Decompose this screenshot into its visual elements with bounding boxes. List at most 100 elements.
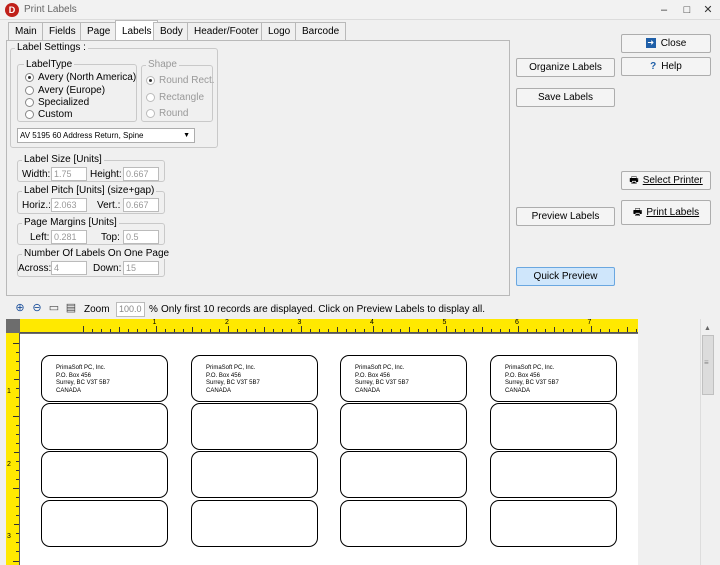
zoom-out-icon[interactable]: ⊖ [30,301,44,315]
ruler-number: 1 [7,388,11,395]
radio-round-rect[interactable] [146,76,155,85]
label-text-line: Surrey, BC V3T 5B7 [355,380,409,386]
zoom-percent: % [149,304,158,315]
zoom-field[interactable]: 100.0 [116,302,145,317]
label-text-line: PrimaSoft PC, Inc. [505,365,555,371]
ruler-tick [590,326,592,332]
ruler-tick [16,542,19,544]
tab-body[interactable]: Body [153,22,190,40]
ruler-tick [16,497,19,499]
preview-labels-button[interactable]: Preview Labels [516,207,615,226]
ruler-tick [16,442,19,444]
zoom-label: Zoom [84,304,110,315]
close-button-label: Close [660,38,687,49]
height-label: Height: [90,169,122,180]
help-button[interactable]: ? Help [621,57,711,76]
down-label: Down: [93,263,122,274]
ruler-tick [14,451,19,453]
label-text-line: CANADA [505,387,531,394]
ruler-tick [427,329,429,332]
tab-barcode[interactable]: Barcode [295,22,347,40]
maximize-icon[interactable]: □ [679,2,695,18]
ruler-number: 2 [225,319,229,326]
organize-labels-button[interactable]: Organize Labels [516,58,615,77]
ruler-tick [363,329,365,332]
ruler-tick [16,406,19,408]
ruler-tick [228,326,229,332]
ruler-tick [16,478,19,480]
radio-custom[interactable] [25,110,34,119]
label-cell: PrimaSoft PC, Inc. P.O. Box 456 Surrey, BC… [490,355,617,402]
preview-page: PrimaSoft PC, Inc. P.O. Box 456 Surrey, BC… [20,334,638,565]
shape-title: Shape [146,59,179,70]
ruler-tick [209,329,211,332]
radio-rectangle[interactable] [146,93,155,102]
ruler-tick [191,327,193,332]
ruler-tick [13,488,19,489]
radio-label-round-rect: Round Rect. [159,75,215,86]
printer-icon: 🖶 [629,175,639,186]
ruler-tick [16,370,19,372]
radio-specialized[interactable] [25,98,34,107]
radio-round[interactable] [146,109,155,118]
ruler-tick [418,329,420,332]
ruler-tick [309,329,311,332]
minimize-icon[interactable]: – [656,2,672,18]
radio-label-rectangle: Rectangle [159,92,205,103]
page-icon[interactable]: ▤ [64,301,78,315]
ruler-tick [119,327,121,332]
print-labels-button[interactable]: 🖶 Print Labels [621,200,711,225]
save-labels-button[interactable]: Save Labels [516,88,615,107]
ruler-tick [400,329,402,332]
records-note: Only first 10 records are displayed. Cli… [161,304,486,315]
preview-area[interactable]: PrimaSoft PC, Inc. P.O. Box 456 Surrey, BC… [6,319,638,565]
ruler-number: 7 [587,319,592,326]
ruler-tick [16,515,19,517]
select-printer-button[interactable]: 🖶 Select Printer [621,171,711,190]
vert-field[interactable]: 0.667 [123,198,159,212]
close-window-icon[interactable]: ✕ [700,2,716,18]
scroll-up-icon[interactable]: ▲ [704,325,711,332]
ruler-tick [14,379,19,381]
ruler-tick [92,329,94,332]
template-select[interactable]: AV 5195 60 Address Return, Spine ▼ [17,128,195,143]
left-margin-field[interactable]: 0.281 [51,230,87,244]
across-field[interactable]: 4 [51,261,87,275]
width-field[interactable]: 1.75 [51,167,87,181]
ruler-tick [382,329,384,332]
ruler-number: 2 [7,460,11,468]
ruler-tick [182,329,184,332]
ruler-tick [472,329,474,332]
fit-page-icon[interactable]: ▭ [47,301,61,315]
quick-preview-button[interactable]: Quick Preview [516,267,615,286]
ruler-tick [409,327,411,332]
tab-main[interactable]: Main [8,22,44,40]
radio-avery-na[interactable] [25,73,34,82]
label-cell [191,500,318,547]
ruler-tick [581,329,583,332]
close-button[interactable]: ➜ Close [621,34,711,53]
zoom-in-icon[interactable]: ⊕ [13,301,27,315]
ruler-number: 4 [370,319,374,326]
ruler-tick [200,329,202,332]
tab-logo[interactable]: Logo [261,22,298,40]
ruler-tick [291,329,293,332]
tab-fields[interactable]: Fields [42,22,83,40]
top-margin-field[interactable]: 0.5 [123,230,159,244]
vertical-ruler: 1 2 3 [6,333,20,565]
tab-page[interactable]: Page [80,22,118,40]
tab-labels[interactable]: Labels [115,20,159,41]
horiz-field[interactable]: 2.063 [51,198,87,212]
tab-header-footer[interactable]: Header/Footer [187,22,266,40]
width-label: Width: [22,169,51,180]
ruler-tick [373,326,374,332]
ruler-tick [16,352,19,354]
radio-avery-europe[interactable] [25,86,34,95]
ruler-tick [13,415,19,417]
grip-icon: ≡ [704,358,709,367]
radio-label-avery-europe: Avery (Europe) [38,85,106,96]
label-text-line: P.O. Box 456 [56,372,91,379]
down-field[interactable]: 15 [123,261,159,275]
height-field[interactable]: 0.667 [123,167,159,181]
horiz-label: Horiz.: [22,200,51,211]
